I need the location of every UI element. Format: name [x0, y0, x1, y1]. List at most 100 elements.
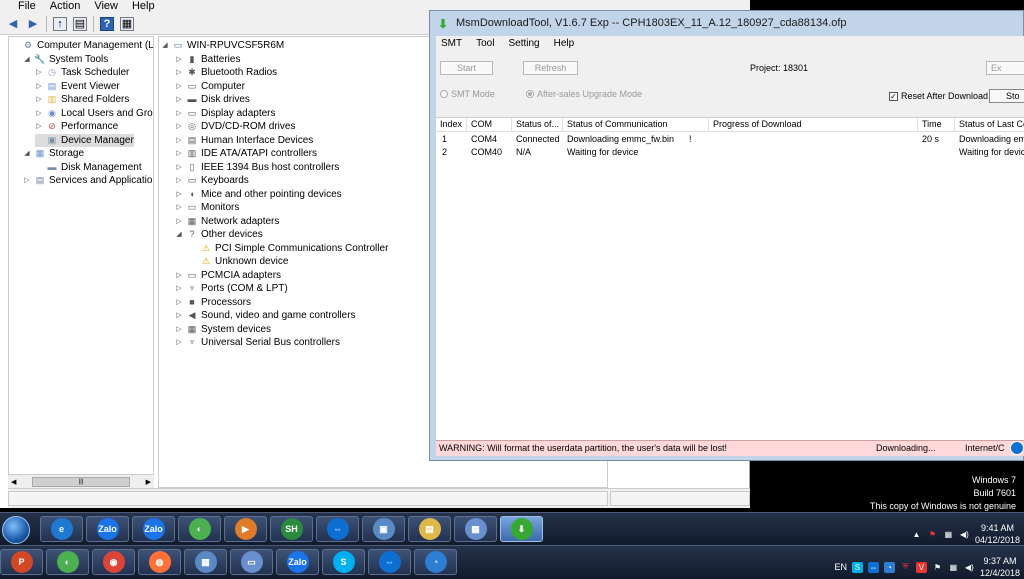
col-time[interactable]: Time — [922, 118, 942, 131]
col-status-comm[interactable]: Status of Communication — [567, 118, 668, 131]
device-category[interactable]: ▷ ◎ DVD/CD-ROM drives — [175, 120, 295, 133]
tree-item[interactable]: ▬ Disk Management — [35, 161, 142, 174]
collapse-arrow-icon[interactable]: ◢ — [161, 39, 169, 52]
tree-item[interactable]: ▣ Device Manager — [35, 133, 134, 147]
msm-title-bar[interactable]: ⬇ MsmDownloadTool, V1.6.7 Exp -- CPH1803… — [430, 11, 1024, 35]
device-category[interactable]: ◢? Other devices — [175, 228, 262, 241]
device-category[interactable]: ▷ ▭ Monitors — [175, 201, 239, 214]
expand-arrow-icon[interactable]: ▷ — [175, 174, 183, 187]
taskbar-button[interactable]: SH — [270, 516, 313, 542]
expand-arrow-icon[interactable]: ▷ — [175, 215, 183, 228]
expand-arrow-icon[interactable]: ▷ — [175, 282, 183, 295]
tree-item[interactable]: ◢ ▦ Storage — [23, 147, 84, 160]
tree-item[interactable]: ▷ ▤ Services and Applications — [23, 174, 153, 187]
device-category[interactable]: ▷ ▬ Disk drives — [175, 93, 250, 106]
expand-arrow-icon[interactable]: ▷ — [175, 134, 183, 147]
taskbar-button[interactable]: ⇔ — [316, 516, 359, 542]
forward-icon[interactable]: ▶ — [26, 17, 40, 31]
taskbar-button[interactable]: ◉ — [92, 549, 135, 575]
show-hide-tree-icon[interactable]: ▤ — [73, 16, 87, 31]
tree-item[interactable]: ⚙ Computer Management (Local — [11, 39, 153, 52]
taskbar-button[interactable]: ▣ — [362, 516, 405, 542]
up-folder-icon[interactable]: ↑ — [53, 16, 67, 31]
expand-arrow-icon[interactable]: ▷ — [175, 336, 183, 349]
device-category[interactable]: ▷ ▭ PCMCIA adapters — [175, 269, 281, 282]
device-category[interactable]: ▷ ◖ Mice and other pointing devices — [175, 188, 341, 201]
device-category[interactable]: ▷ ▦ System devices — [175, 323, 271, 336]
device-category[interactable]: ⚠ Unknown device — [189, 255, 288, 268]
taskbar-button[interactable]: ⇔ — [368, 549, 411, 575]
taskbar-button[interactable]: ◐ — [178, 516, 221, 542]
expand-arrow-icon[interactable]: ▷ — [35, 120, 43, 133]
col-progress[interactable]: Progress of Download — [713, 118, 802, 131]
expand-arrow-icon[interactable]: ▷ — [175, 296, 183, 309]
start-button[interactable]: Start — [440, 61, 493, 75]
device-category[interactable]: ▷ ▭ Keyboards — [175, 174, 249, 187]
taskbar-button[interactable]: Zalo — [276, 549, 319, 575]
device-category[interactable]: ▷ ♆ Universal Serial Bus controllers — [175, 336, 340, 349]
taskbar-button[interactable]: ◍ — [138, 549, 181, 575]
taskbar-button[interactable]: ▤ — [408, 516, 451, 542]
antivirus-icon[interactable]: V — [915, 561, 927, 573]
refresh-button[interactable]: Refresh — [523, 61, 578, 75]
expand-arrow-icon[interactable]: ▷ — [175, 80, 183, 93]
teamviewer-icon[interactable] — [1010, 441, 1024, 455]
col-com[interactable]: COM — [471, 118, 492, 131]
device-category[interactable]: ▷ ▥ IDE ATA/ATAPI controllers — [175, 147, 317, 160]
tree-item[interactable]: ◢ 🔧 System Tools — [23, 53, 108, 66]
tree-item[interactable]: ▷ ▥ Shared Folders — [35, 93, 129, 106]
expand-arrow-icon[interactable]: ▷ — [175, 188, 183, 201]
flag-icon[interactable]: ⚑ — [927, 529, 938, 540]
network-icon[interactable]: ▦ — [943, 529, 954, 540]
menu-file[interactable]: File — [18, 0, 36, 13]
teamviewer-tray-icon[interactable]: ⇔ — [867, 561, 879, 573]
taskbar-button[interactable]: ▶ — [224, 516, 267, 542]
back-icon[interactable]: ◀ — [6, 17, 20, 31]
start-button[interactable] — [2, 516, 30, 544]
device-category[interactable]: ⚠ PCI Simple Communications Controller — [189, 242, 388, 255]
menu-help[interactable]: Help — [132, 0, 155, 13]
menu-help[interactable]: Help — [554, 36, 575, 51]
expand-arrow-icon[interactable]: ▷ — [175, 269, 183, 282]
device-category[interactable]: ▷ ▮ Batteries — [175, 53, 240, 66]
expand-arrow-icon[interactable]: ▷ — [175, 147, 183, 160]
col-status[interactable]: Status of... — [516, 118, 561, 131]
device-category[interactable]: ▷ ♆ Ports (COM & LPT) — [175, 282, 287, 295]
flag-icon[interactable]: ⚑ — [932, 562, 943, 573]
menu-tool[interactable]: Tool — [476, 36, 494, 51]
device-category[interactable]: ▷ ▭ Computer — [175, 80, 245, 93]
taskbar-button[interactable]: e — [40, 516, 83, 542]
tree-item[interactable]: ▷ ◉ Local Users and Groups — [35, 107, 153, 120]
taskbar-button[interactable]: P — [0, 549, 43, 575]
menu-view[interactable]: View — [94, 0, 118, 13]
taskbar-button[interactable]: ⬇ — [500, 516, 543, 542]
device-category[interactable]: ▷ ✱ Bluetooth Radios — [175, 66, 277, 79]
aftersales-mode-option[interactable]: After-sales Upgrade Mode — [526, 89, 642, 99]
volume-icon[interactable]: ◀) — [964, 562, 975, 573]
tree-item[interactable]: ▷ ◷ Task Scheduler — [35, 66, 129, 79]
expand-arrow-icon[interactable]: ◢ — [23, 53, 31, 66]
expand-arrow-icon[interactable]: ▷ — [175, 93, 183, 106]
device-category[interactable]: ▷ ▤ Human Interface Devices — [175, 134, 313, 147]
expand-arrow-icon[interactable]: ▷ — [175, 107, 183, 120]
expand-arrow-icon[interactable]: ▷ — [23, 174, 31, 187]
expand-arrow-icon[interactable]: ▷ — [35, 80, 43, 93]
expand-arrow-icon[interactable]: ▷ — [175, 66, 183, 79]
smt-mode-radio[interactable] — [440, 90, 448, 98]
taskbar-button[interactable]: ◐ — [46, 549, 89, 575]
stop-button[interactable]: Sto — [989, 89, 1024, 103]
smt-mode-option[interactable]: SMT Mode — [440, 89, 495, 99]
taskbar-button[interactable]: ▦ — [184, 549, 227, 575]
scroll-left-icon[interactable]: ◀ — [11, 478, 16, 486]
taskbar-button[interactable]: ▦ — [454, 516, 497, 542]
clock-upper[interactable]: 9:41 AM 04/12/2018 — [975, 522, 1020, 546]
menu-action[interactable]: Action — [50, 0, 81, 13]
taskbar-button[interactable]: Zalo — [86, 516, 129, 542]
volume-icon[interactable]: ◀) — [959, 529, 970, 540]
horizontal-scrollbar[interactable]: ◀ ||| ▶ — [8, 474, 154, 488]
device-category[interactable]: ▷ ◀ Sound, video and game controllers — [175, 309, 355, 322]
device-category[interactable]: ▷ ▭ Display adapters — [175, 107, 275, 120]
menu-setting[interactable]: Setting — [508, 36, 539, 51]
reset-after-download-option[interactable]: ✓ Reset After Download — [889, 91, 988, 101]
col-index[interactable]: Index — [440, 118, 462, 131]
